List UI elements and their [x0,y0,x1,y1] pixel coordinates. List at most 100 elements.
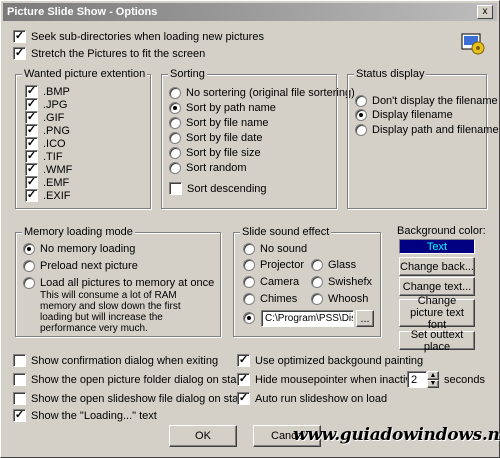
sort-desc-label: Sort descending [187,182,267,195]
radio-icon [243,243,255,255]
watermark: www.guiadowindows.net [293,425,500,445]
memory-loadall-radio[interactable]: Load all pictures to memory at once [23,277,214,289]
ext-gif-checkbox[interactable]: ✓ .GIF [25,111,64,124]
checkmark-icon: ✓ [237,354,250,367]
sort-none-radio[interactable]: No sortering (original file sortering) [169,87,355,99]
sort-label: Sort by path name [186,102,276,114]
confirm-exit-checkbox[interactable]: Show confirmation dialog when exiting [13,354,218,367]
sort-size-radio[interactable]: Sort by file size [169,147,261,159]
sort-random-radio[interactable]: Sort random [169,162,247,174]
radio-icon [243,293,255,305]
memory-none-radio[interactable]: No memory loading [23,243,135,255]
options-window: Picture Slide Show - Options x ✓ Seek sub… [0,0,500,458]
sort-label: Sort random [186,162,247,174]
sound-legend: Slide sound effect [240,226,332,238]
checkmark-icon: ✓ [25,150,38,163]
status-filename-radio[interactable]: Display filename [355,109,453,121]
confirm-label: Show confirmation dialog when exiting [31,354,219,367]
sort-label: No sortering (original file sortering) [186,87,355,99]
sound-label: Chimes [260,293,298,305]
checkmark-icon: ✓ [25,189,38,202]
radio-icon [23,277,35,289]
open-slideshow-checkbox[interactable]: Show the open slideshow file dialog on s… [13,392,245,405]
outtext-place-button[interactable]: Set outtext place [399,329,475,353]
ok-button[interactable]: OK [169,425,237,447]
memory-label: Load all pictures to memory at once [40,277,215,289]
ext-label: .PNG [43,124,70,137]
checkmark-icon: ✓ [25,124,38,137]
radio-icon [169,117,181,129]
checkmark-icon: ✓ [25,163,38,176]
status-label: Display path and filename [372,124,499,136]
status-label: Display filename [372,109,453,121]
checkmark-icon: ✓ [237,373,250,386]
open-folder-checkbox[interactable]: Show the open picture folder dialog on s… [13,373,243,386]
hide-seconds-input[interactable]: 2 [407,371,427,388]
close-button[interactable]: x [477,5,493,19]
ext-label: .TIF [43,150,63,163]
background-color-label: Background color: [397,225,486,237]
seconds-label: seconds [444,374,485,386]
sound-camera-radio[interactable]: Camera [243,276,299,288]
sound-projector-radio[interactable]: Projector [243,259,304,271]
stretch-checkbox[interactable]: ✓ Stretch the Pictures to fit the screen [13,47,205,60]
sort-date-radio[interactable]: Sort by file date [169,132,262,144]
stretch-label: Stretch the Pictures to fit the screen [31,47,206,60]
ext-jpg-checkbox[interactable]: ✓ .JPG [25,98,67,111]
sound-browse-button[interactable]: ... [356,310,374,327]
radio-selected-icon [243,312,255,324]
radio-selected-icon [169,102,181,114]
optimized-label: Use optimized backgound painting [255,354,424,367]
autorun-checkbox[interactable]: ✓ Auto run slideshow on load [237,392,387,405]
checkmark-icon: ✓ [25,137,38,150]
ext-exif-checkbox[interactable]: ✓ .EXIF [25,189,71,202]
status-legend: Status display [354,68,427,80]
change-font-button[interactable]: Change picture text font [399,295,475,331]
hide-mouse-checkbox[interactable]: ✓ Hide mousepointer when inactive in [237,373,429,386]
sort-descending-checkbox[interactable]: Sort descending [169,182,267,195]
sort-path-radio[interactable]: Sort by path name [169,102,276,114]
radio-icon [311,276,323,288]
spin-down-icon[interactable]: ▼ [427,380,439,388]
loading-text-checkbox[interactable]: ✓ Show the "Loading..." text [13,409,157,422]
checkmark-icon: ✓ [13,409,26,422]
ext-png-checkbox[interactable]: ✓ .PNG [25,124,70,137]
checkmark-icon: ✓ [25,111,38,124]
open-folder-label: Show the open picture folder dialog on s… [31,373,244,386]
seek-subdirs-checkbox[interactable]: ✓ Seek sub-directories when loading new p… [13,30,264,43]
ext-ico-checkbox[interactable]: ✓ .ICO [25,137,66,150]
ext-emf-checkbox[interactable]: ✓ .EMF [25,176,69,189]
optimized-painting-checkbox[interactable]: ✓ Use optimized backgound painting [237,354,423,367]
radio-icon [169,147,181,159]
sound-glass-radio[interactable]: Glass [311,259,356,271]
memory-note: This will consume a lot of RAM memory an… [40,290,181,334]
ext-wmf-checkbox[interactable]: ✓ .WMF [25,163,72,176]
radio-icon [169,132,181,144]
ext-bmp-checkbox[interactable]: ✓ .BMP [25,85,70,98]
ext-label: .WMF [43,163,73,176]
sound-chimes-radio[interactable]: Chimes [243,293,297,305]
open-slideshow-label: Show the open slideshow file dialog on s… [31,392,246,405]
radio-icon [243,259,255,271]
checkbox-icon [13,392,26,405]
memory-preload-radio[interactable]: Preload next picture [23,260,138,272]
sound-label: Projector [260,259,305,271]
ext-tif-checkbox[interactable]: ✓ .TIF [25,150,63,163]
sorting-legend: Sorting [168,68,207,80]
ext-label: .EXIF [43,189,71,202]
ext-label: .JPG [43,98,68,111]
sound-none-radio[interactable]: No sound [243,243,307,255]
sound-path-input[interactable]: C:\Program\PSS\Dis [261,310,354,327]
status-none-radio[interactable]: Don't display the filename [355,95,498,107]
change-back-button[interactable]: Change back... [399,257,475,276]
sort-name-radio[interactable]: Sort by file name [169,117,269,129]
sort-label: Sort by file size [186,147,261,159]
sound-whoosh-radio[interactable]: Whoosh [311,293,368,305]
sound-custom-radio[interactable] [243,312,260,324]
status-path-radio[interactable]: Display path and filename [355,124,499,136]
sound-swishefx-radio[interactable]: Swishefx [311,276,372,288]
window-title: Picture Slide Show - Options [7,6,158,18]
radio-icon [243,276,255,288]
change-text-button[interactable]: Change text... [399,277,475,296]
radio-selected-icon [23,243,35,255]
